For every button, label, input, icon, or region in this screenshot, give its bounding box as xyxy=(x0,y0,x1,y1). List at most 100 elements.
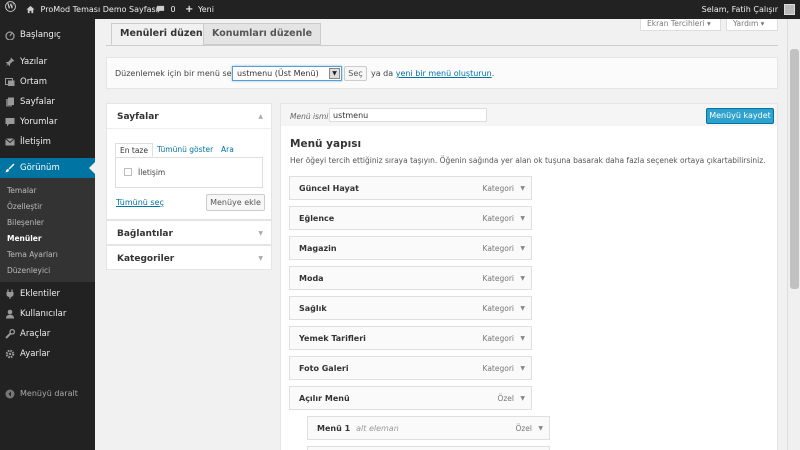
comments-link[interactable]: 0 xyxy=(156,0,176,19)
site-home-link[interactable]: ProMod Teması Demo Sayfası xyxy=(26,0,158,19)
menu-item-title: Eğlence xyxy=(299,214,335,223)
expand-arrow-icon[interactable]: ▼ xyxy=(538,425,543,432)
menu-item[interactable]: Sağlık Kategori ▼ xyxy=(289,296,532,320)
pages-box-title[interactable]: Sayfalar xyxy=(117,112,159,122)
collapse-arrow-icon xyxy=(5,389,15,399)
menu-item-title: Moda xyxy=(299,274,324,283)
expand-arrow-icon[interactable]: ▼ xyxy=(520,365,525,372)
menu-item-type: Kategori xyxy=(482,364,514,373)
select-button[interactable]: Seç xyxy=(344,66,367,81)
page-scrollbar[interactable] xyxy=(787,19,800,450)
svg-text:W: W xyxy=(6,4,14,11)
menu-item[interactable]: Magazin Kategori ▼ xyxy=(289,236,532,260)
add-to-menu-button[interactable]: Menüye ekle xyxy=(206,194,265,211)
expand-arrow-icon[interactable]: ▼ xyxy=(520,305,525,312)
expand-arrow-icon[interactable]: ▼ xyxy=(520,395,525,402)
collapse-menu-button[interactable]: Menüyü daralt xyxy=(0,384,95,404)
menu-item-title: Sağlık xyxy=(299,304,327,313)
menu-item-title: Menü 1 alt eleman xyxy=(317,424,399,433)
plus-icon: + xyxy=(185,4,194,15)
plugins-icon xyxy=(6,289,14,299)
sidebar-item-media[interactable]: Ortam xyxy=(0,72,95,92)
sub-item-title: Menü 1 xyxy=(317,424,351,433)
screen-options-label: Ekran Tercihleri xyxy=(647,19,705,28)
submenu-item-theme-settings[interactable]: Tema Ayarları xyxy=(7,250,58,259)
menu-item[interactable]: Eğlence Kategori ▼ xyxy=(289,206,532,230)
menu-item-type: Özel xyxy=(515,424,532,433)
menu-item[interactable]: Güncel Hayat Kategori ▼ xyxy=(289,176,532,200)
tab-view-all[interactable]: Tümünü göster xyxy=(153,143,217,157)
help-button[interactable]: Yardım ▾ xyxy=(726,19,778,31)
comments-icon xyxy=(5,118,15,127)
pages-icon xyxy=(6,97,14,107)
scrollbar-thumb[interactable] xyxy=(790,49,799,289)
categories-box[interactable]: Kategoriler ▼ xyxy=(106,245,272,270)
wordpress-logo-icon[interactable]: W xyxy=(5,0,16,19)
sidebar-item-plugins[interactable]: Eklentiler xyxy=(0,284,95,304)
sidebar-item-label: Görünüm xyxy=(20,163,60,173)
users-icon xyxy=(6,309,14,319)
menu-sub-item-partial[interactable] xyxy=(307,446,550,450)
select-menu-label: Düzenlemek için bir menü seçin: xyxy=(115,69,246,78)
period-text: . xyxy=(491,69,495,78)
expand-arrow-icon[interactable]: ▼ xyxy=(520,245,525,252)
sidebar-item-tools[interactable]: Araçlar xyxy=(0,324,95,344)
sidebar-item-dashboard[interactable]: Başlangıç xyxy=(0,25,95,45)
menu-item[interactable]: Yemek Tarifleri Kategori ▼ xyxy=(289,326,532,350)
appearance-icon xyxy=(5,163,15,173)
tab-manage-locations[interactable]: Konumları düzenle xyxy=(203,23,322,45)
expand-arrow-icon[interactable]: ▼ xyxy=(520,335,525,342)
mail-icon xyxy=(5,138,15,146)
expand-down-icon: ▼ xyxy=(258,230,263,237)
settings-icon xyxy=(5,349,15,359)
sidebar-item-appearance[interactable]: Görünüm xyxy=(0,158,95,178)
avatar[interactable] xyxy=(784,4,795,15)
expand-arrow-icon[interactable]: ▼ xyxy=(520,215,525,222)
select-all-link[interactable]: Tümünü seç xyxy=(116,198,164,207)
menu-item[interactable]: Açılır Menü Özel ▼ xyxy=(289,386,532,410)
tab-search[interactable]: Ara xyxy=(217,143,238,157)
menu-select-dropdown[interactable]: ustmenu (Üst Menü) ▼ xyxy=(232,66,342,81)
submenu-item-themes[interactable]: Temalar xyxy=(7,186,37,195)
expand-arrow-icon[interactable]: ▼ xyxy=(520,185,525,192)
menu-item-type: Kategori xyxy=(482,214,514,223)
create-menu-link[interactable]: yeni bir menü oluşturun xyxy=(396,69,492,78)
save-menu-button[interactable]: Menüyü kaydet xyxy=(706,108,774,124)
sidebar-item-pages[interactable]: Sayfalar xyxy=(0,92,95,112)
page-checkbox[interactable] xyxy=(124,168,132,176)
menu-item-type: Kategori xyxy=(482,334,514,343)
menu-editor-header: Menü ismi Menüyü kaydet xyxy=(280,103,778,127)
home-icon xyxy=(26,5,35,14)
menu-sub-item[interactable]: Menü 1 alt eleman Özel ▼ xyxy=(307,416,550,440)
menu-name-input[interactable] xyxy=(329,108,487,122)
submenu-item-menus[interactable]: Menüler xyxy=(7,234,42,243)
menu-item[interactable]: Foto Galeri Kategori ▼ xyxy=(289,356,532,380)
new-content-link[interactable]: + Yeni xyxy=(185,0,214,19)
menu-structure-title: Menü yapısı xyxy=(290,138,362,150)
pages-box: Sayfalar ▲ En taze Tümünü göster Ara İle… xyxy=(106,103,272,220)
account-greeting[interactable]: Selam, Fatih Çalışır xyxy=(702,0,778,19)
menu-item-title: Foto Galeri xyxy=(299,364,349,373)
admin-bar: W ProMod Teması Demo Sayfası 0 + Yeni Se… xyxy=(0,0,800,19)
submenu-item-widgets[interactable]: Bileşenler xyxy=(7,218,44,227)
sidebar-item-users[interactable]: Kullanıcılar xyxy=(0,304,95,324)
screen-options-button[interactable]: Ekran Tercihleri ▾ xyxy=(640,19,721,31)
menu-select-value: ustmenu (Üst Menü) xyxy=(237,69,319,78)
menu-item[interactable]: Moda Kategori ▼ xyxy=(289,266,532,290)
sidebar-item-settings[interactable]: Ayarlar xyxy=(0,344,95,364)
appearance-submenu: Temalar Özelleştir Bileşenler Menüler Te… xyxy=(0,178,95,282)
or-label: ya da xyxy=(371,69,394,78)
sidebar-item-posts[interactable]: Yazılar xyxy=(0,52,95,72)
tab-most-recent[interactable]: En taze xyxy=(115,143,153,157)
sidebar-item-comments[interactable]: Yorumlar xyxy=(0,112,95,132)
admin-sidebar: Başlangıç Yazılar Ortam Sayfalar Yorumla… xyxy=(0,19,95,450)
collapse-up-icon[interactable]: ▲ xyxy=(258,113,263,120)
expand-down-icon: ▼ xyxy=(258,255,263,262)
sidebar-item-contact[interactable]: İletişim xyxy=(0,132,95,152)
expand-arrow-icon[interactable]: ▼ xyxy=(520,275,525,282)
sidebar-item-label: Ayarlar xyxy=(20,349,51,359)
submenu-item-customize[interactable]: Özelleştir xyxy=(7,202,42,211)
sidebar-item-label: Yorumlar xyxy=(20,117,58,127)
submenu-item-editor[interactable]: Düzenleyici xyxy=(7,266,50,275)
links-box[interactable]: Bağlantılar ▼ xyxy=(106,220,272,245)
